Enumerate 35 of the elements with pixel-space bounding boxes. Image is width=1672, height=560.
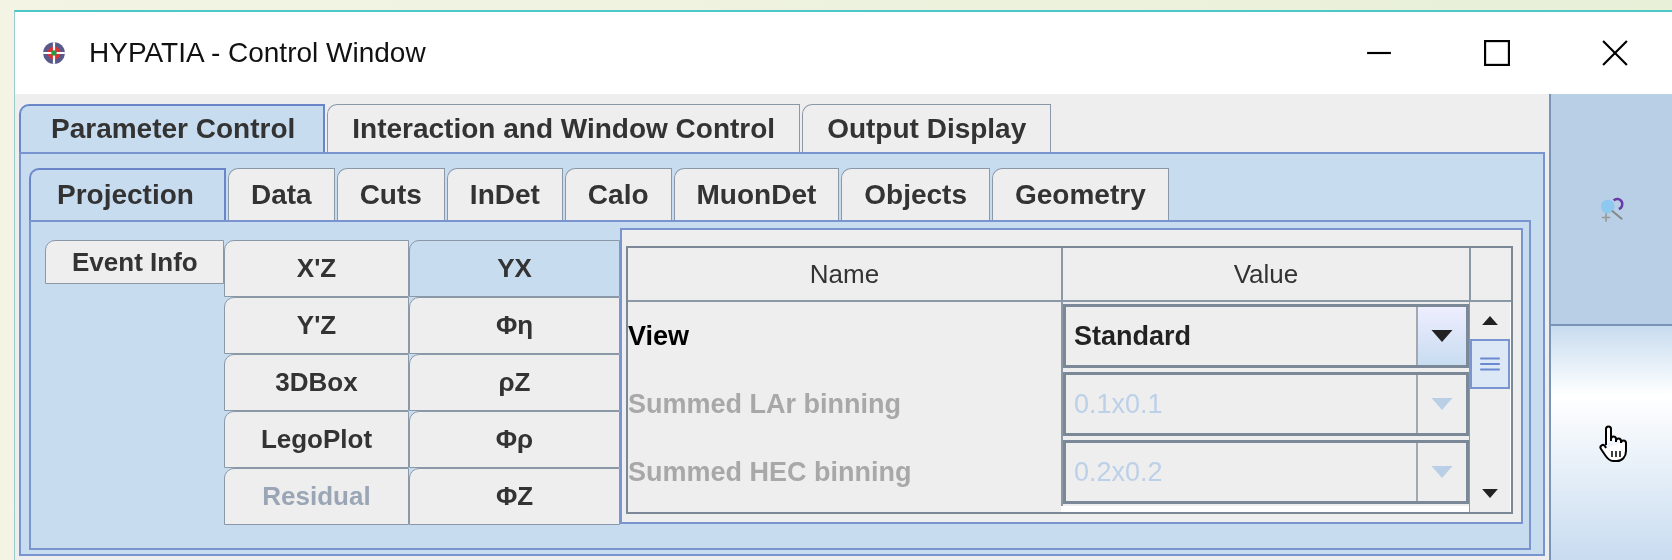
tab[interactable]: Calo [564, 168, 672, 220]
dropdown[interactable]: Standard [1063, 304, 1469, 368]
tab[interactable]: MuonDet [673, 168, 840, 220]
tab[interactable]: Cuts [336, 168, 445, 220]
window-title: HYPATIA - Control Window [89, 37, 426, 69]
tab[interactable]: Interaction and Window Control [327, 104, 801, 152]
tab[interactable]: 3DBox [224, 354, 409, 411]
tab[interactable]: Parameter Control [19, 104, 326, 152]
scroll-thumb[interactable] [1470, 339, 1510, 389]
tab[interactable]: Geometry [992, 168, 1169, 220]
tab[interactable]: Output Display [802, 104, 1052, 152]
caret-icon [1431, 398, 1453, 410]
app-icon [41, 40, 67, 66]
tab[interactable]: Data [227, 168, 335, 220]
scroll-down-icon[interactable] [1482, 489, 1498, 498]
close-icon[interactable] [1602, 40, 1628, 66]
tab[interactable]: Projection [29, 168, 226, 220]
scrollbar[interactable] [1469, 302, 1510, 512]
scroll-up-icon[interactable] [1482, 316, 1498, 325]
tab[interactable]: Φη [409, 297, 620, 354]
tab[interactable]: Objects [841, 168, 990, 220]
column-header: Value [1063, 248, 1471, 300]
tab[interactable]: InDet [446, 168, 563, 220]
column-header: Name [628, 248, 1063, 300]
tab[interactable]: Φρ [409, 411, 620, 468]
maximize-icon[interactable] [1484, 40, 1510, 66]
tab[interactable]: YX [409, 240, 620, 297]
tab[interactable]: ρZ [409, 354, 620, 411]
tab[interactable]: Event Info [45, 240, 224, 284]
tab[interactable]: LegoPlot [224, 411, 409, 468]
tab[interactable]: X'Z [224, 240, 409, 297]
tab[interactable]: ΦZ [409, 468, 620, 525]
caret-icon [1431, 330, 1453, 342]
caret-icon [1431, 466, 1453, 478]
tab[interactable]: Y'Z [224, 297, 409, 354]
